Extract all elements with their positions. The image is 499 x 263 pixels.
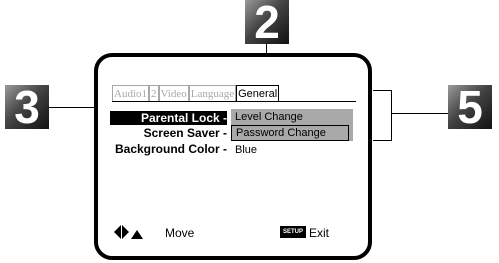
background-color-label[interactable]: Background Color - [98, 142, 227, 156]
step-5-callout-line [392, 113, 448, 114]
step-5-bracket-top [373, 90, 392, 91]
step-2-badge: 2 [245, 0, 289, 45]
tab-general[interactable]: General [236, 85, 280, 102]
menu-item-level-change[interactable]: Level Change [231, 110, 349, 124]
setup-key-icon: SETUP [280, 226, 306, 238]
tab-language[interactable]: Language [188, 85, 237, 102]
tab-audio1[interactable]: Audio1 [112, 85, 149, 102]
tab-2[interactable]: 2 [149, 85, 159, 102]
tv-screen: Audio1 2 Video Language General Parental… [94, 53, 372, 260]
background-color-value: Blue [235, 144, 258, 156]
step-5-badge: 5 [448, 84, 492, 130]
parental-lock-dropdown: Level Change Password Change [231, 109, 353, 141]
tab-divider [112, 101, 356, 102]
step-5-bracket-bottom [373, 140, 392, 141]
step-5-bracket-vertical [391, 90, 392, 141]
parental-lock-label[interactable]: Parental Lock - [110, 111, 227, 125]
move-label: Move [165, 226, 195, 240]
menu-item-password-change[interactable]: Password Change [231, 125, 349, 141]
exit-label: Exit [309, 226, 330, 240]
screen-saver-label[interactable]: Screen Saver - [98, 126, 227, 140]
step-3-badge: 3 [5, 84, 49, 130]
settings-tabs: Audio1 2 Video Language General [112, 85, 280, 102]
left-right-up-arrows-icon [114, 225, 143, 239]
tab-video[interactable]: Video [158, 85, 189, 102]
